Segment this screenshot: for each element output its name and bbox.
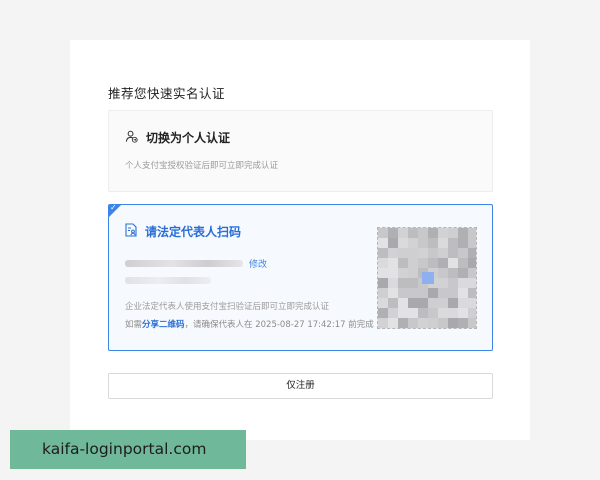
- page-title: 推荐您快速实名认证: [108, 86, 226, 101]
- document-person-icon: [125, 222, 137, 241]
- masked-rep-name: [125, 277, 211, 284]
- legal-rep-title: 请法定代表人扫码: [145, 225, 242, 239]
- personal-auth-option[interactable]: 切换为个人认证 个人支付宝授权验证后即可立即完成认证: [108, 110, 493, 192]
- share-prefix: 如需: [125, 320, 143, 330]
- personal-auth-title: 切换为个人认证: [146, 131, 231, 145]
- check-icon: ✓: [110, 204, 117, 212]
- share-qr-link[interactable]: 分享二维码: [142, 318, 185, 330]
- edit-link[interactable]: 修改: [249, 257, 267, 270]
- personal-auth-description: 个人支付宝授权验证后即可立即完成认证: [125, 161, 279, 171]
- watermark-label: kaifa-loginportal.com: [10, 430, 246, 469]
- legal-rep-description: 企业法定代表人使用支付宝扫验证后即可立即完成认证: [125, 302, 330, 312]
- person-switch-icon: [125, 128, 138, 147]
- share-deadline: ，请确保代表人在 2025-08-27 17:42:17 前完成: [184, 320, 374, 330]
- share-hint: 如需 分享二维码 ，请确保代表人在 2025-08-27 17:42:17 前完…: [125, 318, 374, 330]
- legal-rep-scan-option[interactable]: ✓ 请法定代表人扫码 修改 企业法定代表人使用支付宝扫验证后即可立即完成认证 如…: [108, 204, 493, 351]
- masked-company-name: [125, 260, 243, 267]
- qr-code-icon: [377, 227, 477, 329]
- register-only-button[interactable]: 仅注册: [108, 373, 493, 399]
